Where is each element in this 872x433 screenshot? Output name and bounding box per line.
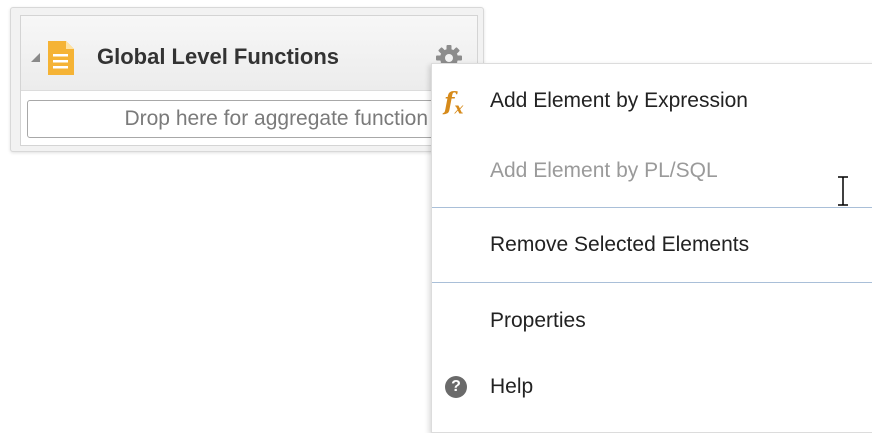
document-icon — [48, 41, 74, 75]
menu-item-label: Help — [490, 375, 534, 398]
menu-item-add-element-by-plsql: Add Element by PL/SQL — [432, 146, 872, 196]
menu-item-label: Add Element by Expression — [490, 89, 748, 112]
menu-item-properties[interactable]: Properties — [432, 296, 872, 346]
menu-item-help[interactable]: ? Help — [432, 362, 872, 412]
fx-icon: fx — [444, 86, 464, 118]
menu-item-add-element-by-expression[interactable]: fx Add Element by Expression — [432, 76, 872, 126]
context-menu: fx Add Element by Expression Add Element… — [431, 63, 872, 433]
help-icon: ? — [445, 376, 467, 398]
panel-title: Global Level Functions — [97, 44, 340, 69]
collapse-triangle-icon[interactable] — [31, 53, 40, 62]
menu-item-label: Remove Selected Elements — [490, 233, 750, 256]
menu-item-label: Properties — [490, 309, 586, 332]
menu-item-label: Add Element by PL/SQL — [490, 159, 718, 182]
text-cursor-icon — [838, 176, 848, 206]
panel-body: Global Level Functions Drop here for agg… — [20, 15, 478, 146]
menu-separator — [432, 282, 872, 283]
menu-separator — [432, 207, 872, 208]
aggregate-drop-zone[interactable]: Drop here for aggregate function — [27, 100, 439, 138]
menu-item-remove-selected-elements[interactable]: Remove Selected Elements — [432, 220, 872, 270]
global-level-functions-panel: Global Level Functions Drop here for agg… — [10, 7, 484, 152]
panel-header: Global Level Functions — [21, 16, 477, 91]
